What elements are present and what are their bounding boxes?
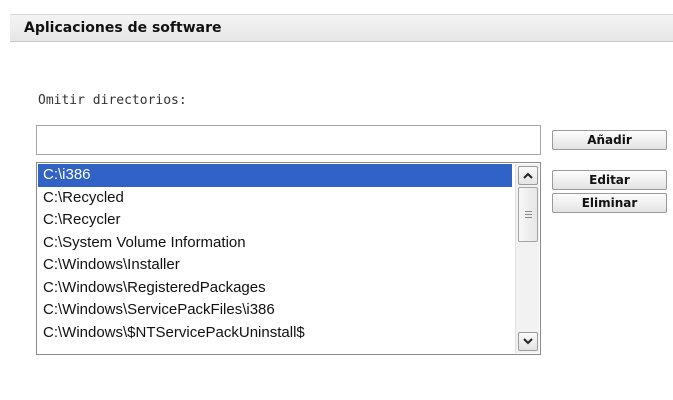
list-item[interactable]: C:\Windows\$NTServicePackUninstall$	[38, 322, 512, 345]
delete-button[interactable]: Eliminar	[552, 193, 667, 213]
grip-line	[525, 211, 532, 212]
directories-list: C:\i386 C:\Recycled C:\Recycler C:\Syste…	[38, 164, 512, 344]
chevron-down-icon	[523, 338, 533, 345]
list-item[interactable]: C:\Windows\RegisteredPackages	[38, 277, 512, 300]
list-item[interactable]: C:\Recycler	[38, 209, 512, 232]
list-item[interactable]: C:\Recycled	[38, 187, 512, 210]
list-item[interactable]: C:\i386	[38, 164, 512, 187]
list-item[interactable]: C:\Windows\ServicePackFiles\i386	[38, 299, 512, 322]
add-button[interactable]: Añadir	[552, 130, 667, 150]
grip-line	[525, 214, 532, 215]
list-scrollbar[interactable]	[515, 164, 539, 353]
scroll-thumb[interactable]	[518, 187, 538, 242]
directory-input[interactable]	[36, 125, 541, 155]
edit-button[interactable]: Editar	[552, 170, 667, 190]
scroll-down-button[interactable]	[518, 332, 538, 351]
scroll-up-button[interactable]	[518, 166, 538, 185]
panel-header: Aplicaciones de software	[10, 14, 673, 42]
chevron-up-icon	[523, 172, 533, 179]
directories-listbox[interactable]: C:\i386 C:\Recycled C:\Recycler C:\Syste…	[36, 162, 541, 355]
omit-directories-label: Omitir directorios:	[38, 93, 187, 108]
list-item[interactable]: C:\System Volume Information	[38, 232, 512, 255]
list-item[interactable]: C:\Windows\Installer	[38, 254, 512, 277]
grip-line	[525, 217, 532, 218]
panel-title: Aplicaciones de software	[24, 20, 222, 36]
